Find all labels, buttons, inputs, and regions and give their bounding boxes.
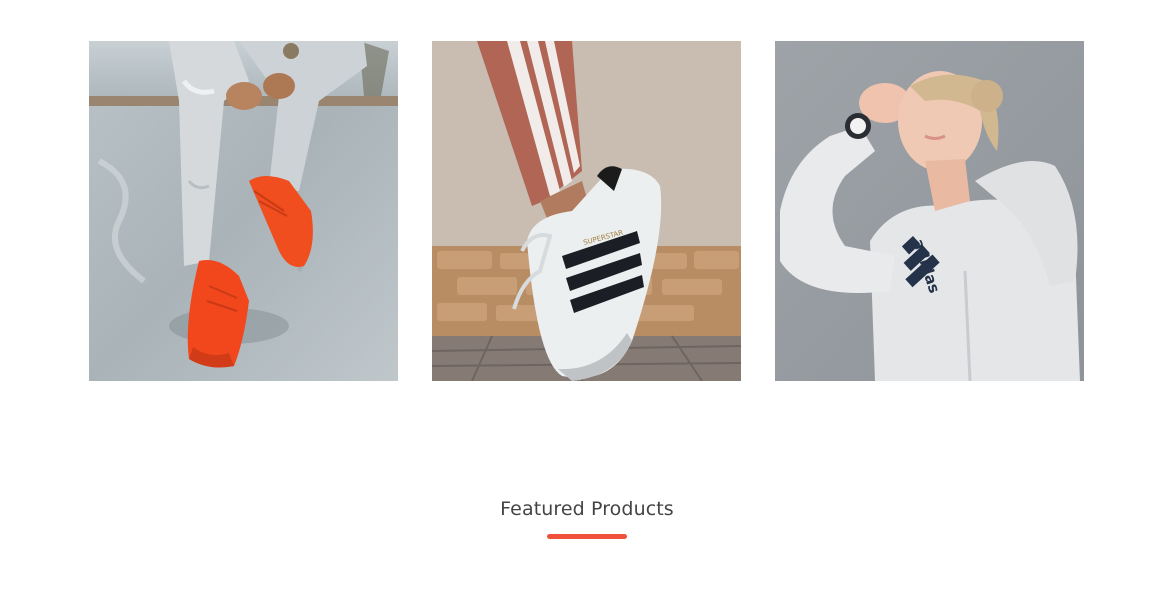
title-underline-bar [547, 534, 627, 539]
section-title: Featured Products [500, 498, 674, 520]
gallery-tile-hoodie[interactable]: adidas [775, 41, 1084, 381]
featured-products-heading: Featured Products [0, 498, 1174, 539]
gallery-tile-red-sneakers[interactable] [89, 41, 398, 381]
photo-superstar-sneaker-image: SUPERSTAR [432, 41, 741, 381]
page: SUPERSTAR adidas Featured Products [0, 0, 1174, 603]
photo-red-sneakers-image [89, 41, 398, 381]
photo-woman-hoodie-image: adidas [775, 41, 1084, 381]
banner-gallery: SUPERSTAR adidas [89, 41, 1084, 381]
gallery-tile-superstar[interactable]: SUPERSTAR [432, 41, 741, 381]
